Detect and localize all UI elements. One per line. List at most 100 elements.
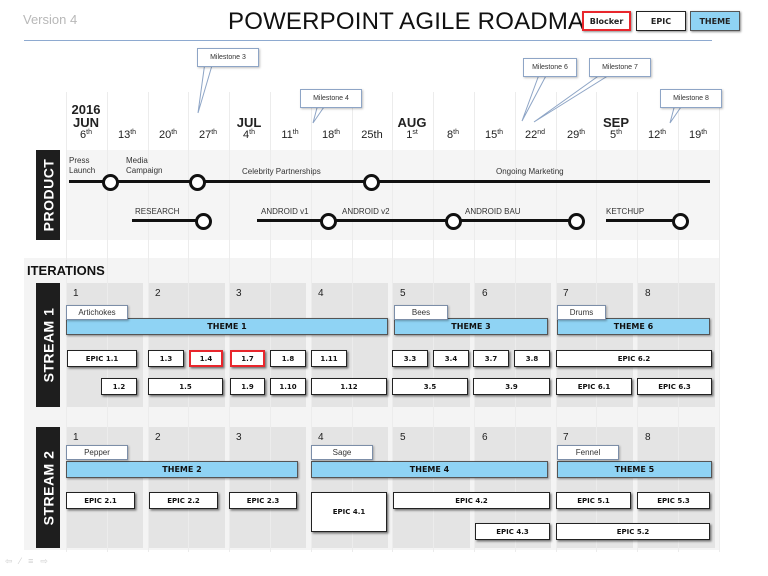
theme-bar[interactable]: THEME 3 <box>394 318 548 335</box>
theme-bar[interactable]: THEME 6 <box>557 318 710 335</box>
research-track-line <box>132 219 202 222</box>
epic-card[interactable]: 1.10 <box>270 378 306 395</box>
epic-card[interactable]: EPIC 4.3 <box>475 523 550 540</box>
theme-tag-artichokes[interactable]: Artichokes <box>66 305 128 320</box>
ketchup-node[interactable] <box>672 213 689 230</box>
milestone-3-pointer <box>197 61 214 114</box>
milestone-6-callout: Milestone 6 <box>523 58 577 77</box>
epic-card[interactable]: EPIC 6.3 <box>637 378 712 395</box>
milestone-7-pointer <box>533 71 616 123</box>
epic-card[interactable]: 1.2 <box>101 378 137 395</box>
android-track-line <box>257 219 577 222</box>
epic-card[interactable]: EPIC 2.2 <box>149 492 218 509</box>
epic-card-blocker[interactable]: 1.4 <box>189 350 223 367</box>
pen-icon[interactable]: ⁄ <box>20 556 29 566</box>
iteration-number: 8 <box>645 288 651 299</box>
epic-card[interactable]: EPIC 5.1 <box>556 492 631 509</box>
iteration-number: 6 <box>482 432 488 443</box>
iteration-cell <box>230 427 306 548</box>
epic-card[interactable]: EPIC 6.1 <box>556 378 632 395</box>
android-v1-node[interactable] <box>320 213 337 230</box>
iteration-cell <box>148 427 225 548</box>
epic-card[interactable]: 3.7 <box>473 350 509 367</box>
iteration-number: 4 <box>318 432 324 443</box>
product-lane-background <box>66 150 720 240</box>
iteration-number: 1 <box>73 288 79 299</box>
iteration-number: 8 <box>645 432 651 443</box>
theme-bar[interactable]: THEME 1 <box>66 318 388 335</box>
epic-card[interactable]: 1.5 <box>148 378 223 395</box>
milestone-7-callout: Milestone 7 <box>589 58 651 77</box>
epic-card[interactable]: 3.9 <box>473 378 550 395</box>
epic-card[interactable]: EPIC 6.2 <box>556 350 712 367</box>
research-node[interactable] <box>195 213 212 230</box>
dev-label-research: RESEARCH <box>135 207 180 216</box>
epic-card[interactable]: EPIC 2.3 <box>229 492 297 509</box>
dev-label-android-v1: ANDROID v1 <box>261 207 309 216</box>
theme-tag-bees[interactable]: Bees <box>394 305 448 320</box>
epic-card[interactable]: EPIC 5.3 <box>637 492 710 509</box>
milestone-node[interactable] <box>189 174 206 191</box>
theme-bar[interactable]: THEME 4 <box>311 461 548 478</box>
epic-card[interactable]: 1.11 <box>311 350 347 367</box>
iteration-number: 3 <box>236 432 242 443</box>
milestone-node[interactable] <box>102 174 119 191</box>
dev-label-ketchup: KETCHUP <box>606 207 645 216</box>
marketing-label-ongoing: Ongoing Marketing <box>496 167 564 176</box>
iteration-number: 2 <box>155 432 161 443</box>
milestone-8-callout: Milestone 8 <box>660 89 722 108</box>
iteration-number: 3 <box>236 288 242 299</box>
iteration-number: 1 <box>73 432 79 443</box>
marketing-track-line <box>69 180 710 183</box>
theme-tag-pepper[interactable]: Pepper <box>66 445 128 460</box>
marketing-label-press-launch: Press Launch <box>69 156 96 175</box>
theme-tag-drums[interactable]: Drums <box>557 305 606 320</box>
android-v2-node[interactable] <box>445 213 462 230</box>
dev-label-android-v2: ANDROID v2 <box>342 207 390 216</box>
milestone-node[interactable] <box>363 174 380 191</box>
back-arrow-icon[interactable]: ⇦ <box>5 556 20 566</box>
epic-card[interactable]: EPIC 4.1 <box>311 492 387 532</box>
iteration-number: 4 <box>318 288 324 299</box>
android-bau-node[interactable] <box>568 213 585 230</box>
milestone-4-callout: Milestone 4 <box>300 89 362 108</box>
milestone-6-pointer <box>521 71 549 122</box>
milestone-3-callout: Milestone 3 <box>197 48 259 67</box>
iteration-number: 7 <box>563 432 569 443</box>
iteration-number: 7 <box>563 288 569 299</box>
epic-card-blocker[interactable]: 1.7 <box>230 350 265 367</box>
epic-card[interactable]: 1.8 <box>270 350 306 367</box>
epic-card[interactable]: EPIC 1.1 <box>67 350 137 367</box>
marketing-label-media-campaign: Media Campaign <box>126 156 163 175</box>
marketing-label-celebrity: Celebrity Partnerships <box>242 167 321 176</box>
theme-bar[interactable]: THEME 5 <box>557 461 712 478</box>
epic-card[interactable]: 1.12 <box>311 378 387 395</box>
week-gridline <box>719 92 720 552</box>
week-gridline <box>392 92 393 552</box>
iteration-number: 6 <box>482 288 488 299</box>
iterations-title: ITERATIONS <box>27 263 105 278</box>
iteration-number: 5 <box>400 432 406 443</box>
epic-card[interactable]: EPIC 5.2 <box>556 523 710 540</box>
epic-card[interactable]: 3.8 <box>514 350 550 367</box>
epic-card[interactable]: 3.4 <box>433 350 469 367</box>
epic-card[interactable]: 1.9 <box>230 378 265 395</box>
theme-tag-fennel[interactable]: Fennel <box>557 445 619 460</box>
theme-bar[interactable]: THEME 2 <box>66 461 298 478</box>
dev-label-android-bau: ANDROID BAU <box>465 207 521 216</box>
epic-card[interactable]: 3.3 <box>392 350 428 367</box>
ketchup-track-line <box>606 219 680 222</box>
forward-arrow-icon[interactable]: ⇨ <box>40 556 55 566</box>
epic-card[interactable]: EPIC 4.2 <box>393 492 550 509</box>
product-lane-label: PRODUCT <box>36 150 60 240</box>
stream-2-label: STREAM 2 <box>36 427 60 548</box>
epic-card[interactable]: 1.3 <box>148 350 184 367</box>
theme-tag-sage[interactable]: Sage <box>311 445 373 460</box>
menu-icon[interactable]: ≡ <box>28 556 40 566</box>
epic-card[interactable]: EPIC 2.1 <box>66 492 135 509</box>
stream-1-label: STREAM 1 <box>36 283 60 407</box>
epic-card[interactable]: 3.5 <box>392 378 468 395</box>
slide-nav-toolbar: ⇦⁄≡⇨ <box>5 556 55 567</box>
iteration-number: 5 <box>400 288 406 299</box>
iteration-cell <box>393 427 470 548</box>
